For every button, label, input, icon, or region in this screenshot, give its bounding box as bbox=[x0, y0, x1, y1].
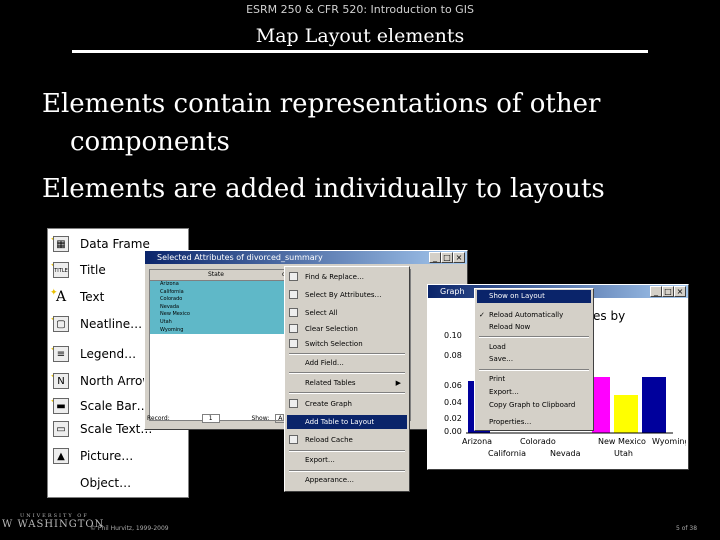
switch-selection-icon bbox=[289, 339, 298, 348]
attributes-titlebar[interactable]: Selected Attributes of divorced_summary … bbox=[145, 251, 467, 264]
menu-save[interactable]: Save… bbox=[477, 353, 591, 366]
menu-separator bbox=[289, 353, 405, 355]
text-icon: A bbox=[55, 289, 67, 305]
y-tick: 0.08 bbox=[444, 351, 462, 360]
menu-related-tables[interactable]: Related Tables ▶ bbox=[287, 376, 407, 390]
w-icon: W bbox=[2, 519, 14, 530]
record-navigator: Record: 1 Show: All bbox=[147, 414, 289, 423]
graph-icon bbox=[289, 399, 298, 408]
menu-find-replace[interactable]: Find & Replace… bbox=[287, 270, 407, 284]
x-tick: Arizona bbox=[462, 437, 492, 446]
bullet-2: Elements are added individually to layou… bbox=[42, 174, 605, 204]
menu-select-all[interactable]: Select All bbox=[287, 306, 407, 320]
menu-show-on-layout[interactable]: Show on Layout bbox=[477, 290, 591, 303]
clear-selection-icon bbox=[289, 324, 298, 333]
menu-select-by-attributes[interactable]: Select By Attributes… bbox=[287, 288, 407, 302]
y-tick: 0.04 bbox=[444, 398, 462, 407]
y-tick: 0.00 bbox=[444, 427, 462, 436]
bullet-1-line-2: components bbox=[70, 127, 230, 157]
menu-separator bbox=[289, 470, 405, 472]
menu-clear-selection[interactable]: Clear Selection bbox=[287, 322, 407, 336]
title-rule bbox=[72, 50, 648, 53]
select-all-icon bbox=[289, 308, 298, 317]
reload-icon bbox=[289, 435, 298, 444]
maximize-button[interactable]: □ bbox=[662, 286, 674, 297]
data-frame-icon: ▦ bbox=[53, 236, 69, 252]
bar-wyoming bbox=[642, 377, 666, 433]
menu-separator bbox=[289, 372, 405, 374]
minimize-button[interactable]: _ bbox=[429, 252, 441, 263]
minimize-button[interactable]: _ bbox=[650, 286, 662, 297]
select-icon bbox=[289, 290, 298, 299]
graph-menu-tail: Properties… bbox=[474, 416, 594, 431]
menu-print[interactable]: Print bbox=[477, 373, 591, 386]
menu-export[interactable]: Export… bbox=[287, 453, 407, 467]
menu-separator bbox=[289, 450, 405, 452]
university-logo: UNIVERSITY OF W WASHINGTON bbox=[2, 513, 105, 530]
record-number-input[interactable]: 1 bbox=[201, 414, 220, 423]
table-options-menu: Find & Replace… Select By Attributes… Se… bbox=[284, 266, 410, 492]
x-tick: Nevada bbox=[550, 449, 581, 458]
y-tick: 0.06 bbox=[444, 381, 462, 390]
menu-item-object[interactable]: Object… bbox=[50, 470, 186, 496]
y-tick: 0.10 bbox=[444, 331, 462, 340]
copyright: © Phil Hurvitz, 1999-2009 bbox=[90, 525, 169, 532]
scale-text-icon: ▭ bbox=[53, 421, 69, 437]
course-title: ESRM 250 & CFR 520: Introduction to GIS bbox=[246, 3, 474, 16]
menu-separator bbox=[289, 392, 405, 394]
x-tick: New Mexico bbox=[598, 437, 646, 446]
legend-icon: ≡ bbox=[53, 346, 69, 362]
menu-reload-now[interactable]: Reload Now bbox=[477, 321, 591, 334]
scale-bar-icon: ▬ bbox=[53, 398, 69, 414]
menu-item-picture[interactable]: ▲ Picture… bbox=[50, 443, 186, 469]
menu-add-table-to-layout[interactable]: Add Table to Layout bbox=[287, 415, 407, 429]
bar-utah bbox=[614, 395, 638, 433]
x-tick: Colorado bbox=[520, 437, 556, 446]
north-arrow-icon: N bbox=[53, 373, 69, 389]
neatline-icon: ▢ bbox=[53, 316, 69, 332]
menu-export[interactable]: Export… bbox=[477, 386, 591, 399]
close-button[interactable]: × bbox=[674, 286, 686, 297]
submenu-arrow-icon: ▶ bbox=[395, 379, 401, 387]
binoculars-icon bbox=[289, 272, 298, 281]
picture-icon: ▲ bbox=[53, 448, 69, 464]
menu-reload-cache[interactable]: Reload Cache bbox=[287, 433, 407, 447]
menu-appearance[interactable]: Appearance… bbox=[287, 473, 407, 487]
menu-separator bbox=[479, 369, 589, 371]
x-tick: Utah bbox=[614, 449, 633, 458]
menu-properties[interactable]: Properties… bbox=[477, 416, 591, 429]
bullet-1-line-1: Elements contain representations of othe… bbox=[42, 89, 601, 119]
slide-title: Map Layout elements bbox=[255, 25, 465, 47]
close-button[interactable]: × bbox=[453, 252, 465, 263]
title-icon: TITLE bbox=[53, 262, 69, 278]
menu-create-graph[interactable]: Create Graph bbox=[287, 397, 407, 411]
menu-separator bbox=[479, 336, 589, 338]
menu-copy-graph[interactable]: Copy Graph to Clipboard bbox=[477, 399, 591, 412]
x-tick: California bbox=[488, 449, 526, 458]
menu-add-field[interactable]: Add Field… bbox=[287, 356, 407, 370]
maximize-button[interactable]: □ bbox=[441, 252, 453, 263]
page-number: 5 of 38 bbox=[676, 525, 698, 532]
y-tick: 0.02 bbox=[444, 414, 462, 423]
bar-new-mexico bbox=[592, 377, 610, 433]
menu-switch-selection[interactable]: Switch Selection bbox=[287, 337, 407, 351]
x-tick: Wyoming bbox=[652, 437, 686, 446]
graph-options-menu: Show on Layout ✓ Reload Automatically Rel… bbox=[474, 288, 594, 418]
